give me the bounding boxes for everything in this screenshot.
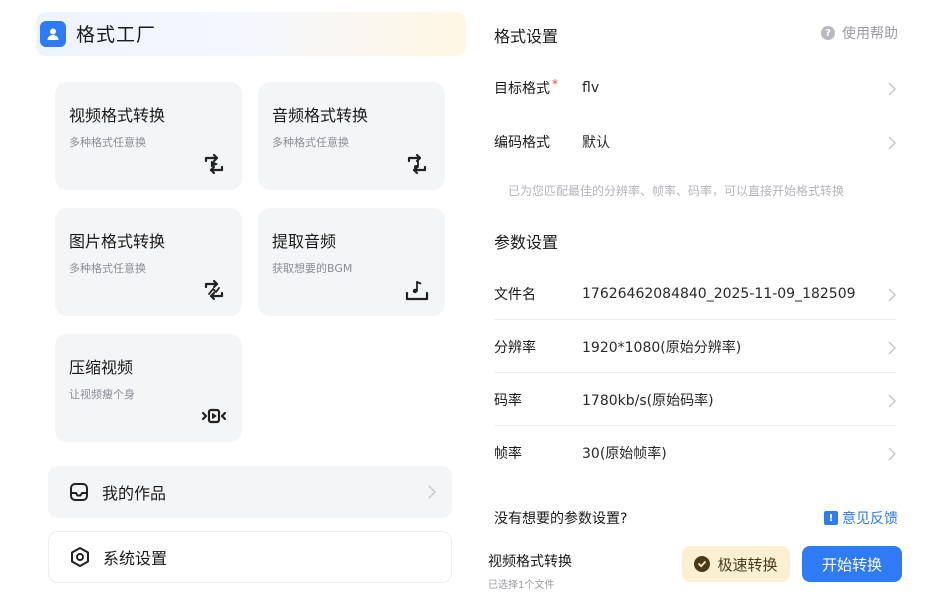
feedback-label: 意见反馈 bbox=[842, 511, 898, 527]
codec-format-field[interactable]: 编码格式 默认 bbox=[494, 116, 897, 168]
bitrate-field[interactable]: 码率 1780kb/s(原始码率) bbox=[494, 374, 897, 426]
framerate-label: 帧率 bbox=[494, 446, 522, 462]
check-circle-icon bbox=[694, 556, 711, 572]
codec-format-value: 默认 bbox=[582, 135, 610, 151]
target-format-value: flv bbox=[582, 80, 600, 96]
tool-card-subtitle: 多种格式任意换 bbox=[69, 136, 146, 149]
chevron-right-icon bbox=[888, 287, 897, 306]
chevron-right-icon bbox=[888, 393, 897, 412]
tool-card-extract-audio[interactable]: 提取音频 获取想要的BGM bbox=[258, 208, 445, 316]
feedback-link[interactable]: ! 意见反馈 bbox=[824, 508, 898, 528]
auto-match-hint: 已为您匹配最佳的分辨率、帧率、码率，可以直接开始格式转换 bbox=[508, 184, 845, 198]
resolution-field[interactable]: 分辨率 1920*1080(原始分辨率) bbox=[494, 321, 897, 373]
framerate-field[interactable]: 帧率 30(原始帧率) bbox=[494, 427, 897, 479]
params-section-title: 参数设置 bbox=[494, 233, 559, 252]
filename-value: 17626462084840_2025-11-09_182509 bbox=[582, 285, 856, 302]
my-works-label: 我的作品 bbox=[102, 484, 167, 503]
task-title: 视频格式转换 bbox=[488, 554, 572, 570]
task-subtitle: 已选择1个文件 bbox=[488, 580, 555, 591]
chevron-right-icon bbox=[888, 81, 897, 100]
tool-card-title: 视频格式转换 bbox=[69, 106, 166, 125]
help-link[interactable]: ? 使用帮助 bbox=[821, 23, 898, 43]
resolution-value: 1920*1080(原始分辨率) bbox=[582, 339, 742, 356]
required-mark: * bbox=[552, 77, 558, 91]
my-works-button[interactable]: 我的作品 bbox=[48, 466, 452, 518]
tool-card-title: 音频格式转换 bbox=[272, 106, 369, 125]
tool-card-subtitle: 获取想要的BGM bbox=[272, 262, 353, 275]
feedback-icon: ! bbox=[824, 511, 838, 525]
question-icon: ? bbox=[821, 26, 835, 40]
works-box-icon bbox=[68, 481, 90, 503]
tool-card-video-convert[interactable]: 视频格式转换 多种格式任意换 bbox=[55, 82, 242, 190]
system-settings-label: 系统设置 bbox=[103, 549, 168, 568]
tool-card-title: 压缩视频 bbox=[69, 358, 134, 377]
target-format-field[interactable]: 目标格式 * flv bbox=[494, 62, 897, 114]
tool-card-title: 图片格式转换 bbox=[69, 232, 166, 251]
bitrate-value: 1780kb/s(原始码率) bbox=[582, 392, 714, 409]
tool-card-audio-convert[interactable]: 音频格式转换 多种格式任意换 bbox=[258, 82, 445, 190]
image-convert-icon bbox=[200, 276, 228, 304]
format-section-title: 格式设置 bbox=[494, 27, 559, 46]
left-panel: 格式工厂 视频格式转换 多种格式任意换 音频格式转换 多种格式任意换 图片格式转… bbox=[0, 0, 468, 594]
tool-card-image-convert[interactable]: 图片格式转换 多种格式任意换 bbox=[55, 208, 242, 316]
chevron-right-icon bbox=[888, 340, 897, 359]
filename-label: 文件名 bbox=[494, 286, 536, 303]
video-convert-icon bbox=[200, 150, 228, 178]
app-logo-icon bbox=[40, 20, 66, 47]
filename-field[interactable]: 文件名 17626462084840_2025-11-09_182509 bbox=[494, 268, 897, 320]
bitrate-label: 码率 bbox=[494, 392, 522, 409]
framerate-value: 30(原始帧率) bbox=[582, 446, 667, 462]
help-label: 使用帮助 bbox=[842, 26, 898, 42]
target-format-label: 目标格式 bbox=[494, 81, 550, 97]
compress-video-icon bbox=[200, 402, 228, 430]
audio-convert-icon bbox=[403, 150, 431, 178]
start-convert-button[interactable]: 开始转换 bbox=[802, 546, 902, 582]
fast-convert-button[interactable]: 极速转换 bbox=[682, 546, 790, 582]
tool-card-title: 提取音频 bbox=[272, 232, 337, 251]
chevron-right-icon bbox=[888, 135, 897, 154]
tool-card-subtitle: 多种格式任意换 bbox=[272, 136, 349, 149]
tool-card-subtitle: 多种格式任意换 bbox=[69, 262, 146, 275]
app-brand: 格式工厂 bbox=[40, 20, 156, 47]
tool-card-compress-video[interactable]: 压缩视频 让视频瘦个身 bbox=[55, 334, 242, 442]
codec-format-label: 编码格式 bbox=[494, 135, 550, 151]
right-panel: 格式设置 ? 使用帮助 目标格式 * flv 编码格式 默认 已为您匹配最佳的分… bbox=[468, 0, 944, 594]
resolution-label: 分辨率 bbox=[494, 339, 536, 356]
missing-params-text: 没有想要的参数设置? bbox=[494, 511, 628, 527]
app-title: 格式工厂 bbox=[76, 24, 157, 46]
chevron-right-icon bbox=[888, 446, 897, 465]
settings-hexagon-icon bbox=[69, 546, 91, 568]
extract-audio-icon bbox=[403, 276, 431, 304]
tool-card-subtitle: 让视频瘦个身 bbox=[69, 388, 135, 401]
chevron-right-icon bbox=[428, 484, 437, 503]
system-settings-button[interactable]: 系统设置 bbox=[48, 531, 452, 583]
fast-convert-label: 极速转换 bbox=[717, 555, 778, 574]
